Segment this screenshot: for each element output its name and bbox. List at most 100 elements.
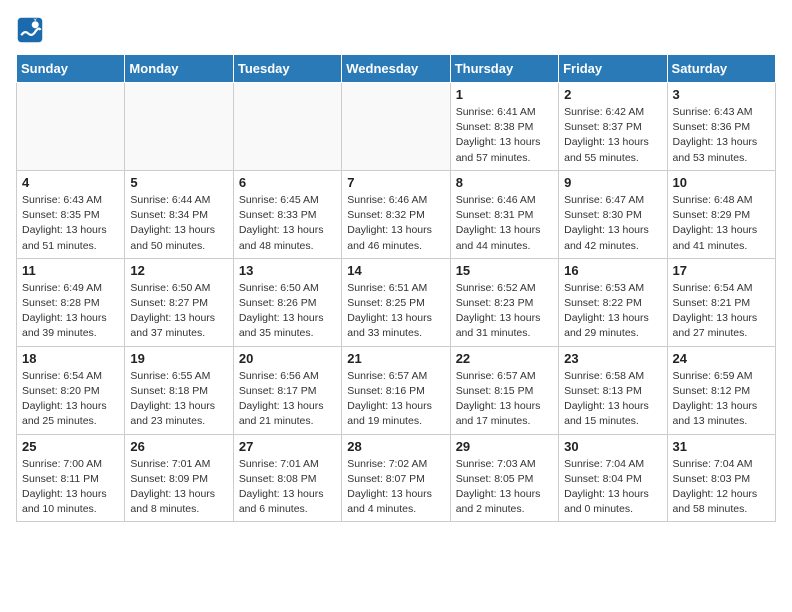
day-number: 29 [456, 439, 553, 454]
day-number: 14 [347, 263, 444, 278]
logo [16, 16, 48, 44]
calendar-cell: 29 Sunrise: 7:03 AM Sunset: 8:05 PM Dayli… [450, 434, 558, 522]
day-info: Sunrise: 6:59 AM Sunset: 8:12 PM Dayligh… [673, 369, 770, 430]
calendar-week-row: 4 Sunrise: 6:43 AM Sunset: 8:35 PM Daylig… [17, 170, 776, 258]
calendar-cell [17, 83, 125, 171]
calendar-cell: 23 Sunrise: 6:58 AM Sunset: 8:13 PM Dayli… [559, 346, 667, 434]
day-info: Sunrise: 7:04 AM Sunset: 8:03 PM Dayligh… [673, 457, 770, 518]
calendar-cell: 20 Sunrise: 6:56 AM Sunset: 8:17 PM Dayli… [233, 346, 341, 434]
day-number: 22 [456, 351, 553, 366]
calendar-week-row: 18Sunrise: 6:54 AM Sunset: 8:20 PM Dayli… [17, 346, 776, 434]
calendar-cell: 26Sunrise: 7:01 AM Sunset: 8:09 PM Dayli… [125, 434, 233, 522]
day-number: 11 [22, 263, 119, 278]
day-number: 13 [239, 263, 336, 278]
day-number: 27 [239, 439, 336, 454]
calendar-cell: 28 Sunrise: 7:02 AM Sunset: 8:07 PM Dayli… [342, 434, 450, 522]
day-number: 3 [673, 87, 770, 102]
day-header-tuesday: Tuesday [233, 55, 341, 83]
day-number: 8 [456, 175, 553, 190]
day-number: 20 [239, 351, 336, 366]
calendar-week-row: 1Sunrise: 6:41 AM Sunset: 8:38 PM Daylig… [17, 83, 776, 171]
day-header-monday: Monday [125, 55, 233, 83]
calendar-cell: 25Sunrise: 7:00 AM Sunset: 8:11 PM Dayli… [17, 434, 125, 522]
day-info: Sunrise: 6:44 AM Sunset: 8:34 PM Dayligh… [130, 193, 227, 254]
day-header-wednesday: Wednesday [342, 55, 450, 83]
calendar-cell: 1Sunrise: 6:41 AM Sunset: 8:38 PM Daylig… [450, 83, 558, 171]
day-info: Sunrise: 6:53 AM Sunset: 8:22 PM Dayligh… [564, 281, 661, 342]
day-info: Sunrise: 6:52 AM Sunset: 8:23 PM Dayligh… [456, 281, 553, 342]
calendar-cell: 18Sunrise: 6:54 AM Sunset: 8:20 PM Dayli… [17, 346, 125, 434]
calendar-cell: 3 Sunrise: 6:43 AM Sunset: 8:36 PM Daylig… [667, 83, 775, 171]
calendar-cell: 12 Sunrise: 6:50 AM Sunset: 8:27 PM Dayli… [125, 258, 233, 346]
day-header-friday: Friday [559, 55, 667, 83]
day-number: 7 [347, 175, 444, 190]
day-number: 19 [130, 351, 227, 366]
calendar-cell: 21 Sunrise: 6:57 AM Sunset: 8:16 PM Dayli… [342, 346, 450, 434]
calendar-cell: 8 Sunrise: 6:46 AM Sunset: 8:31 PM Daylig… [450, 170, 558, 258]
day-info: Sunrise: 7:03 AM Sunset: 8:05 PM Dayligh… [456, 457, 553, 518]
calendar-cell: 22Sunrise: 6:57 AM Sunset: 8:15 PM Dayli… [450, 346, 558, 434]
day-info: Sunrise: 6:43 AM Sunset: 8:35 PM Dayligh… [22, 193, 119, 254]
day-info: Sunrise: 6:47 AM Sunset: 8:30 PM Dayligh… [564, 193, 661, 254]
day-info: Sunrise: 6:46 AM Sunset: 8:32 PM Dayligh… [347, 193, 444, 254]
day-info: Sunrise: 7:01 AM Sunset: 8:08 PM Dayligh… [239, 457, 336, 518]
day-number: 28 [347, 439, 444, 454]
day-header-sunday: Sunday [17, 55, 125, 83]
day-info: Sunrise: 7:04 AM Sunset: 8:04 PM Dayligh… [564, 457, 661, 518]
calendar: SundayMondayTuesdayWednesdayThursdayFrid… [16, 54, 776, 522]
calendar-cell: 6Sunrise: 6:45 AM Sunset: 8:33 PM Daylig… [233, 170, 341, 258]
day-number: 15 [456, 263, 553, 278]
day-info: Sunrise: 6:42 AM Sunset: 8:37 PM Dayligh… [564, 105, 661, 166]
day-info: Sunrise: 6:54 AM Sunset: 8:21 PM Dayligh… [673, 281, 770, 342]
calendar-cell: 30 Sunrise: 7:04 AM Sunset: 8:04 PM Dayli… [559, 434, 667, 522]
day-info: Sunrise: 6:58 AM Sunset: 8:13 PM Dayligh… [564, 369, 661, 430]
day-info: Sunrise: 6:55 AM Sunset: 8:18 PM Dayligh… [130, 369, 227, 430]
day-number: 30 [564, 439, 661, 454]
day-info: Sunrise: 6:50 AM Sunset: 8:27 PM Dayligh… [130, 281, 227, 342]
calendar-cell [342, 83, 450, 171]
day-info: Sunrise: 6:48 AM Sunset: 8:29 PM Dayligh… [673, 193, 770, 254]
calendar-header-row: SundayMondayTuesdayWednesdayThursdayFrid… [17, 55, 776, 83]
day-info: Sunrise: 6:46 AM Sunset: 8:31 PM Dayligh… [456, 193, 553, 254]
page-header [16, 16, 776, 44]
day-number: 21 [347, 351, 444, 366]
calendar-cell: 10 Sunrise: 6:48 AM Sunset: 8:29 PM Dayli… [667, 170, 775, 258]
day-number: 31 [673, 439, 770, 454]
day-number: 18 [22, 351, 119, 366]
day-number: 10 [673, 175, 770, 190]
calendar-cell: 4 Sunrise: 6:43 AM Sunset: 8:35 PM Daylig… [17, 170, 125, 258]
day-info: Sunrise: 7:01 AM Sunset: 8:09 PM Dayligh… [130, 457, 227, 518]
day-info: Sunrise: 6:45 AM Sunset: 8:33 PM Dayligh… [239, 193, 336, 254]
calendar-cell: 17 Sunrise: 6:54 AM Sunset: 8:21 PM Dayli… [667, 258, 775, 346]
calendar-cell [125, 83, 233, 171]
calendar-cell: 9 Sunrise: 6:47 AM Sunset: 8:30 PM Daylig… [559, 170, 667, 258]
day-number: 4 [22, 175, 119, 190]
calendar-cell: 15 Sunrise: 6:52 AM Sunset: 8:23 PM Dayli… [450, 258, 558, 346]
calendar-cell: 13 Sunrise: 6:50 AM Sunset: 8:26 PM Dayli… [233, 258, 341, 346]
day-info: Sunrise: 7:02 AM Sunset: 8:07 PM Dayligh… [347, 457, 444, 518]
calendar-cell: 7 Sunrise: 6:46 AM Sunset: 8:32 PM Daylig… [342, 170, 450, 258]
day-info: Sunrise: 7:00 AM Sunset: 8:11 PM Dayligh… [22, 457, 119, 518]
calendar-cell: 14 Sunrise: 6:51 AM Sunset: 8:25 PM Dayli… [342, 258, 450, 346]
day-info: Sunrise: 6:49 AM Sunset: 8:28 PM Dayligh… [22, 281, 119, 342]
day-number: 12 [130, 263, 227, 278]
calendar-cell: 5 Sunrise: 6:44 AM Sunset: 8:34 PM Daylig… [125, 170, 233, 258]
calendar-cell: 11 Sunrise: 6:49 AM Sunset: 8:28 PM Dayli… [17, 258, 125, 346]
day-number: 16 [564, 263, 661, 278]
calendar-week-row: 11 Sunrise: 6:49 AM Sunset: 8:28 PM Dayli… [17, 258, 776, 346]
day-number: 17 [673, 263, 770, 278]
day-info: Sunrise: 6:50 AM Sunset: 8:26 PM Dayligh… [239, 281, 336, 342]
day-number: 23 [564, 351, 661, 366]
day-info: Sunrise: 6:43 AM Sunset: 8:36 PM Dayligh… [673, 105, 770, 166]
calendar-cell: 2Sunrise: 6:42 AM Sunset: 8:37 PM Daylig… [559, 83, 667, 171]
calendar-cell: 19 Sunrise: 6:55 AM Sunset: 8:18 PM Dayli… [125, 346, 233, 434]
day-number: 9 [564, 175, 661, 190]
day-header-saturday: Saturday [667, 55, 775, 83]
day-info: Sunrise: 6:56 AM Sunset: 8:17 PM Dayligh… [239, 369, 336, 430]
day-info: Sunrise: 6:51 AM Sunset: 8:25 PM Dayligh… [347, 281, 444, 342]
day-number: 5 [130, 175, 227, 190]
day-info: Sunrise: 6:57 AM Sunset: 8:16 PM Dayligh… [347, 369, 444, 430]
calendar-cell [233, 83, 341, 171]
day-number: 24 [673, 351, 770, 366]
calendar-cell: 31 Sunrise: 7:04 AM Sunset: 8:03 PM Dayli… [667, 434, 775, 522]
